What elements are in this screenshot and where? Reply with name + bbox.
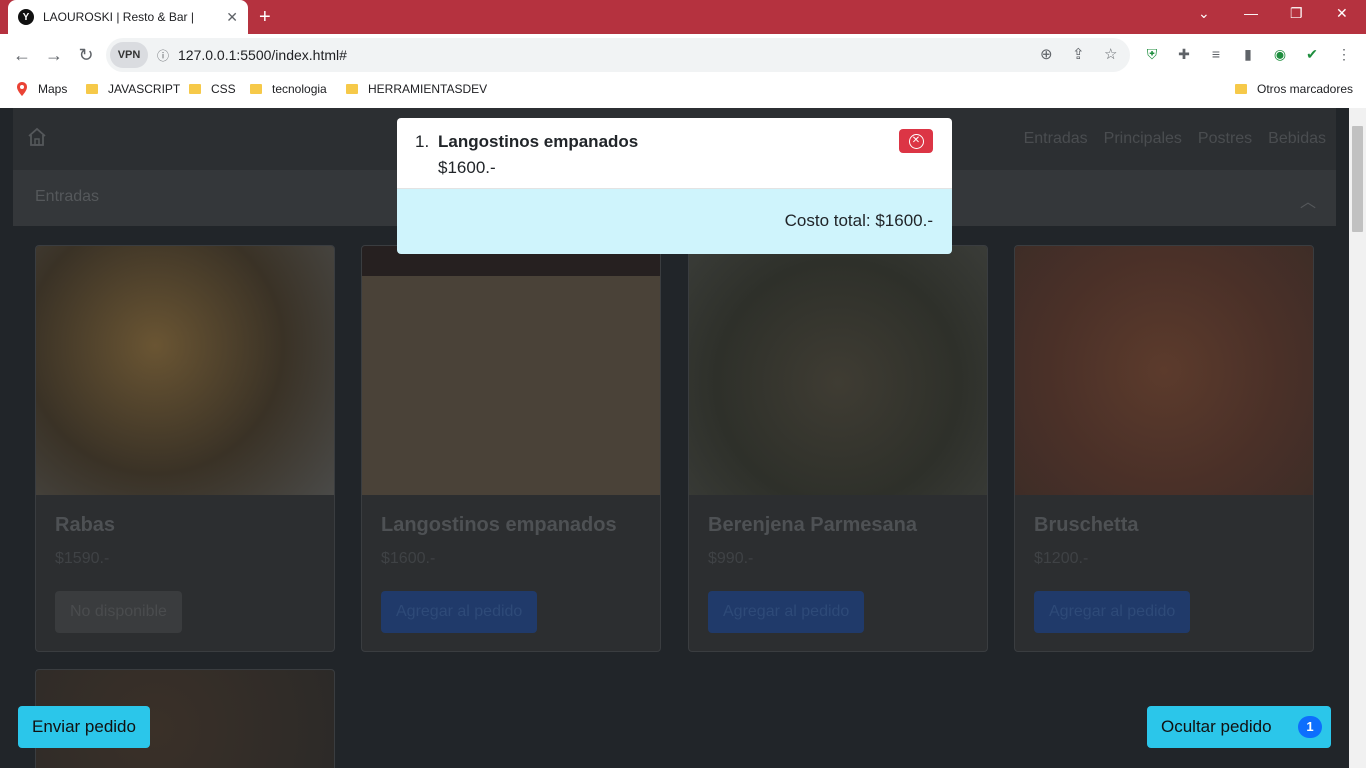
product-card: Berenjena Parmesana $990.- Agregar al pe… [688, 245, 988, 652]
product-price: $1590.- [55, 550, 110, 567]
media-control-icon[interactable]: ≡ [1206, 44, 1226, 64]
order-item: 1. Langostinos empanados $1600.- ✕ [397, 118, 952, 189]
product-card: Langostinos empanados $1600.- Agregar al… [361, 245, 661, 652]
order-item-number: 1. [415, 132, 430, 151]
bookmark-herramientasdev[interactable]: HERRAMIENTASDEV [346, 82, 487, 96]
order-item-name: Langostinos empanados [438, 132, 639, 151]
bookmark-label: JAVASCRIPT [108, 82, 181, 96]
browser-tab[interactable]: Y LAOUROSKI | Resto & Bar | ✕ [8, 0, 248, 34]
maps-pin-icon [17, 82, 27, 96]
folder-icon [86, 84, 98, 94]
folder-icon [346, 84, 358, 94]
hide-order-button[interactable]: Ocultar pedido 1 [1147, 706, 1331, 748]
order-total-text: Costo total: $1600.- [784, 211, 933, 230]
share-icon[interactable]: ⇪ [1072, 45, 1085, 63]
profile-avatar-icon[interactable]: ◉ [1270, 44, 1290, 64]
add-to-order-button[interactable]: Agregar al pedido [708, 591, 865, 633]
folder-icon [189, 84, 201, 94]
product-image-langostinos [362, 246, 660, 495]
tab-search-icon[interactable]: ⌄ [1198, 5, 1210, 22]
send-order-button[interactable]: Enviar pedido [18, 706, 150, 748]
add-to-order-button[interactable]: Agregar al pedido [381, 591, 538, 633]
site-info-icon[interactable]: ⓘ [148, 47, 178, 64]
new-tab-button[interactable]: + [259, 5, 271, 29]
product-name: Bruschetta [1034, 514, 1139, 536]
bookmark-other[interactable]: Otros marcadores [1235, 82, 1353, 96]
restore-icon[interactable]: ❐ [1290, 5, 1303, 22]
browser-titlebar: Y LAOUROSKI | Resto & Bar | ✕ + ⌄ — ❐ ✕ [0, 0, 1366, 34]
x-circle-icon: ✕ [908, 133, 924, 149]
menu-kebab-icon[interactable]: ⋮ [1334, 44, 1354, 64]
back-icon[interactable]: ← [6, 45, 38, 66]
nav-link-postres[interactable]: Postres [1198, 130, 1252, 148]
forward-icon[interactable]: → [38, 45, 70, 66]
remove-item-button[interactable]: ✕ [899, 129, 933, 153]
browser-toolbar: ← → ↻ VPN ⓘ 127.0.0.1:5500/index.html# ⊕… [0, 34, 1366, 76]
tab-title: LAOUROSKI | Resto & Bar | [43, 10, 194, 24]
bookmark-label: Maps [38, 82, 68, 96]
add-to-order-button[interactable]: Agregar al pedido [1034, 591, 1191, 633]
order-list: 1. Langostinos empanados $1600.- ✕ Costo… [397, 118, 952, 254]
tab-close-icon[interactable]: ✕ [226, 9, 238, 26]
product-image-berenjena [689, 246, 987, 495]
product-image-rabas [36, 246, 334, 495]
bookmark-maps[interactable]: Maps [16, 82, 67, 96]
product-price: $990.- [708, 550, 754, 567]
unavailable-button[interactable]: No disponible [55, 591, 182, 633]
bookmark-star-icon[interactable]: ☆ [1104, 45, 1117, 63]
close-window-icon[interactable]: ✕ [1336, 5, 1348, 22]
bookmark-javascript[interactable]: JAVASCRIPT [86, 82, 180, 96]
url-text[interactable]: 127.0.0.1:5500/index.html# [178, 47, 347, 63]
address-bar[interactable]: VPN ⓘ 127.0.0.1:5500/index.html# ⊕ ⇪ ☆ [106, 38, 1130, 72]
product-card: Rabas $1590.- No disponible [35, 245, 335, 652]
bookmark-label: tecnologia [272, 82, 327, 96]
order-count-badge: 1 [1298, 716, 1322, 738]
minimize-icon[interactable]: — [1244, 5, 1258, 21]
product-card: Bruschetta $1200.- Agregar al pedido [1014, 245, 1314, 652]
order-total: Costo total: $1600.- [397, 189, 952, 254]
product-name: Rabas [55, 514, 116, 536]
bookmarks-bar: Maps JAVASCRIPT CSS tecnologia HERRAMIEN… [0, 76, 1366, 104]
scrollbar-thumb[interactable] [1352, 126, 1363, 232]
bookmark-label: CSS [211, 82, 236, 96]
bookmark-label: HERRAMIENTASDEV [368, 82, 488, 96]
bookmark-css[interactable]: CSS [189, 82, 236, 96]
chevron-up-icon: ︿ [1299, 194, 1316, 211]
product-image-bruschetta [1015, 246, 1313, 495]
product-price: $1600.- [381, 550, 436, 567]
zoom-icon[interactable]: ⊕ [1040, 45, 1053, 63]
product-name: Berenjena Parmesana [708, 514, 918, 536]
nav-link-entradas[interactable]: Entradas [1024, 130, 1088, 148]
bookmark-tecnologia[interactable]: tecnologia [250, 82, 327, 96]
vpn-icon[interactable]: VPN [110, 42, 148, 68]
folder-icon [250, 84, 262, 94]
hide-order-label: Ocultar pedido [1161, 717, 1272, 736]
reload-icon[interactable]: ↻ [70, 45, 102, 66]
side-panel-icon[interactable]: ▮ [1238, 44, 1258, 64]
shield-extension-icon[interactable]: ⛨ [1142, 44, 1162, 64]
page-scrollbar[interactable] [1349, 108, 1366, 768]
nav-link-principales[interactable]: Principales [1104, 130, 1182, 148]
extensions-icon[interactable]: ✚ [1174, 44, 1194, 64]
bookmark-label: Otros marcadores [1257, 82, 1354, 96]
folder-icon [1235, 84, 1247, 94]
nav-link-bebidas[interactable]: Bebidas [1268, 130, 1326, 148]
product-price: $1200.- [1034, 550, 1089, 567]
security-check-icon[interactable]: ✔ [1302, 44, 1322, 64]
product-name: Langostinos empanados [381, 514, 617, 536]
order-item-price: $1600.- [438, 158, 496, 177]
nav-links: Entradas Principales Postres Bebidas [1024, 130, 1326, 148]
accordion-label: Entradas [35, 188, 100, 205]
home-icon[interactable] [26, 126, 48, 148]
favicon-icon: Y [18, 9, 34, 25]
